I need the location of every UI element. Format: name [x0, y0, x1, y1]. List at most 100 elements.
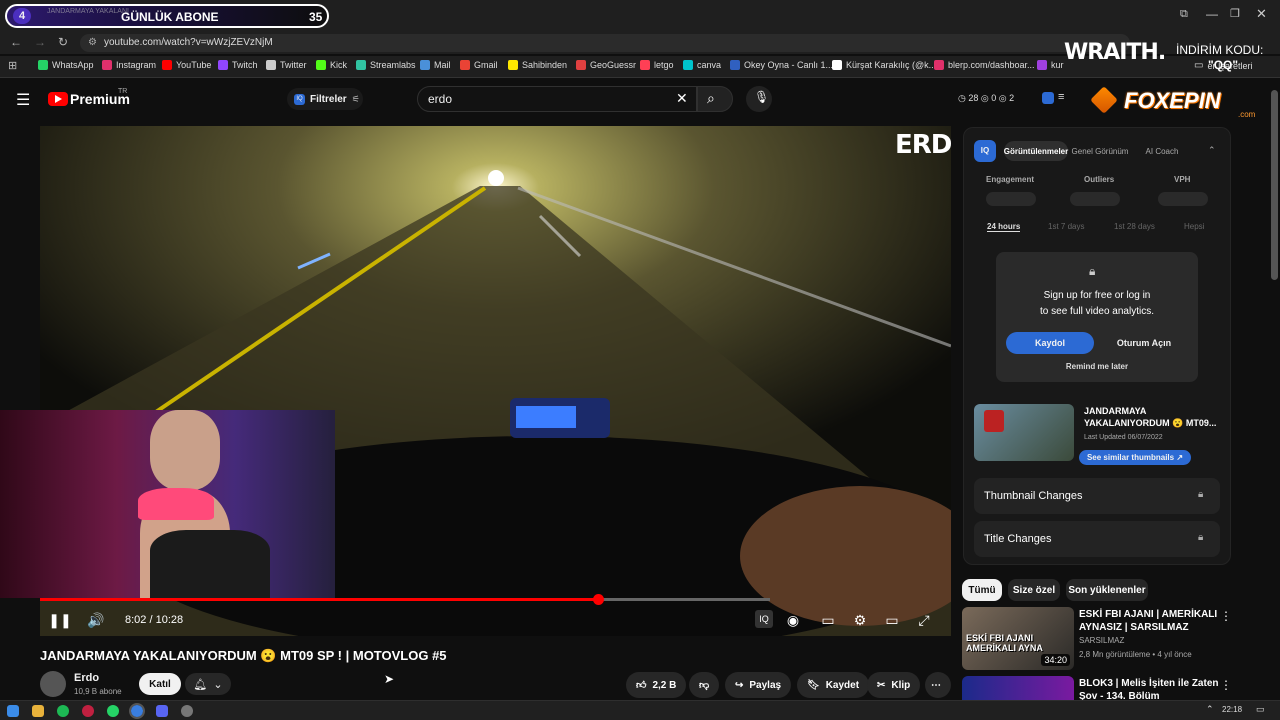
subscribed-button[interactable]: 🔔︎ ⌄ — [185, 673, 231, 695]
range-24h[interactable]: 24 hours — [987, 222, 1021, 232]
forward-icon[interactable]: → — [34, 35, 46, 49]
bookmark-favicon-icon — [832, 60, 842, 70]
fullscreen-icon[interactable]: ⤢ — [914, 610, 934, 630]
obs-icon[interactable] — [181, 705, 193, 717]
tray-chevron-icon[interactable]: ⌃ — [1206, 704, 1214, 715]
share-button[interactable]: ↪ Paylaş — [725, 672, 792, 698]
register-button[interactable]: Kaydol — [1006, 332, 1094, 354]
back-icon[interactable]: ← — [10, 35, 22, 49]
channel-avatar[interactable] — [40, 671, 66, 697]
notification-icon[interactable]: ▭ — [1256, 704, 1265, 715]
app-icon[interactable] — [82, 705, 94, 717]
iq-icon: IQ — [294, 93, 305, 105]
chip-for-you[interactable]: Size özel — [1008, 579, 1060, 601]
lock-icon: 🔒︎ — [1198, 489, 1204, 500]
recommendation-title[interactable]: ESKİ FBI AJANI | AMERİKALI AYNASIZ | SAR… — [1079, 608, 1229, 634]
theater-icon[interactable]: ▭ — [882, 610, 902, 630]
start-icon[interactable] — [7, 705, 19, 717]
bookmark-8[interactable]: Gmail — [460, 60, 498, 70]
extensions-icon[interactable]: ⧉ — [1180, 8, 1188, 21]
maximize-icon[interactable]: ❐ — [1230, 7, 1240, 20]
clip-button[interactable]: ✂ Klip — [867, 672, 921, 698]
more-vert-icon[interactable]: ⋮ — [1220, 678, 1232, 692]
reload-icon[interactable]: ↻ — [58, 35, 68, 49]
recommendation-channel[interactable]: SARSILMAZ — [1079, 636, 1124, 645]
save-button[interactable]: 🔖︎ Kaydet — [797, 672, 870, 698]
title-changes-row[interactable]: Title Changes 🔒︎ — [974, 521, 1220, 557]
bookmark-4[interactable]: Twitter — [266, 60, 307, 70]
discount-label: İNDİRİM KODU: — [1176, 43, 1264, 57]
login-button[interactable]: Oturum Açın — [1100, 332, 1188, 354]
dislike-button[interactable]: 👎︎ — [689, 672, 720, 698]
similar-thumbnails-button[interactable]: See similar thumbnails ↗ — [1079, 450, 1191, 465]
range-all[interactable]: Hepsi — [1184, 222, 1204, 231]
bookmark-7[interactable]: Mail — [420, 60, 451, 70]
tab-views[interactable]: Görüntülenmeler — [1004, 141, 1068, 161]
recommendation-item[interactable]: BLOK3 | Melis İşiten ile Zaten Şov - 134… — [962, 676, 1262, 700]
remind-later-link[interactable]: Remind me later — [996, 362, 1198, 371]
url-field[interactable]: ⚙ youtube.com/watch?v=wWzjZEVzNjM — [80, 34, 1130, 52]
apps-grid-icon[interactable]: ⊞ — [8, 59, 17, 72]
autoplay-icon[interactable]: ◉ — [783, 610, 803, 630]
spotify-icon[interactable] — [57, 705, 69, 717]
minimize-icon[interactable]: — — [1206, 7, 1218, 21]
recommendation-item[interactable]: ESKİ FBI AJANI AMERİKALI AYNA 34:20 ESKİ… — [962, 607, 1262, 671]
bookmark-12[interactable]: canva — [683, 60, 721, 70]
filters-button[interactable]: IQ Filtreler ⚟ — [287, 88, 363, 110]
tab-ai-coach[interactable]: AI Coach — [1134, 141, 1190, 161]
recommendation-thumbnail[interactable]: ESKİ FBI AJANI AMERİKALI AYNA 34:20 — [962, 607, 1074, 670]
channel-name[interactable]: Erdo — [74, 672, 99, 684]
whatsapp-icon[interactable] — [107, 705, 119, 717]
chrome-icon[interactable] — [129, 703, 145, 719]
panel-video-title: JANDARMAYA YAKALANIYORDUM 😮 MT09... — [1084, 406, 1217, 428]
bookmark-9[interactable]: Sahibinden — [508, 60, 567, 70]
discord-icon[interactable] — [156, 705, 168, 717]
clear-search-icon[interactable]: ✕ — [676, 90, 688, 107]
bookmark-0[interactable]: WhatsApp — [38, 60, 94, 70]
voice-search-button[interactable]: 🎙 — [746, 86, 772, 112]
bookmark-6[interactable]: Streamlabs — [356, 60, 416, 70]
page-scrollbar[interactable] — [1271, 90, 1278, 280]
volume-icon[interactable]: 🔊 — [86, 610, 106, 630]
like-button[interactable]: 👍︎ 2,2 B — [626, 672, 687, 698]
search-input[interactable] — [417, 86, 697, 112]
menu-icon[interactable]: ☰ — [16, 90, 30, 110]
bookmark-3[interactable]: Twitch — [218, 60, 258, 70]
list-icon[interactable]: ≡ — [1058, 91, 1064, 103]
site-info-icon[interactable]: ⚙ — [88, 37, 97, 48]
bookmark-10[interactable]: GeoGuessr — [576, 60, 636, 70]
more-vert-icon[interactable]: ⋮ — [1220, 609, 1232, 623]
recommendation-thumbnail[interactable] — [962, 676, 1074, 700]
range-28d[interactable]: 1st 28 days — [1114, 222, 1155, 231]
bookmark-16[interactable]: kur — [1037, 60, 1064, 70]
youtube-logo-icon[interactable] — [48, 92, 68, 106]
iq-player-icon[interactable]: IQ — [755, 610, 773, 628]
header-stats: ◷ 28 ◎ 0 ◎ 2 — [958, 93, 1015, 103]
bookmark-11[interactable]: letgo — [640, 60, 674, 70]
collapse-icon[interactable]: ⌃ — [1208, 145, 1216, 156]
progress-bar[interactable] — [40, 594, 770, 605]
chip-recent[interactable]: Son yüklenenler — [1066, 579, 1148, 601]
thumbnail-text: ESKİ FBI AJANI AMERİKALI AYNA — [966, 633, 1043, 653]
bookmark-13[interactable]: Okey Oyna - Canlı 1... — [730, 60, 833, 70]
recommendation-title[interactable]: BLOK3 | Melis İşiten ile Zaten Şov - 134… — [1079, 677, 1229, 700]
bookmark-2[interactable]: YouTube — [162, 60, 211, 70]
chip-all[interactable]: Tümü — [962, 579, 1002, 601]
more-actions-button[interactable]: ⋯ — [925, 672, 951, 698]
settings-icon[interactable]: ⚙ — [850, 610, 870, 630]
close-window-icon[interactable]: ✕ — [1256, 6, 1267, 22]
bookmark-5[interactable]: Kick — [316, 60, 347, 70]
range-7d[interactable]: 1st 7 days — [1048, 222, 1084, 231]
pause-icon[interactable]: ❚❚ — [48, 610, 71, 630]
explorer-icon[interactable] — [32, 705, 44, 717]
iq-ext-icon[interactable] — [1042, 92, 1054, 104]
subtitles-icon[interactable]: ▭ — [818, 610, 838, 630]
bookmark-1[interactable]: Instagram — [102, 60, 156, 70]
bookmark-14[interactable]: Kürşat Karakılıç (@k... — [832, 60, 936, 70]
folder-icon: ▭ — [1194, 60, 1204, 71]
bookmark-15[interactable]: blerp.com/dashboar... — [934, 60, 1035, 70]
search-button[interactable]: ⌕ — [697, 86, 733, 112]
thumbnail-changes-row[interactable]: Thumbnail Changes 🔒︎ — [974, 478, 1220, 514]
join-button[interactable]: Katıl — [139, 673, 181, 695]
tab-overview[interactable]: Genel Görünüm — [1070, 141, 1130, 161]
